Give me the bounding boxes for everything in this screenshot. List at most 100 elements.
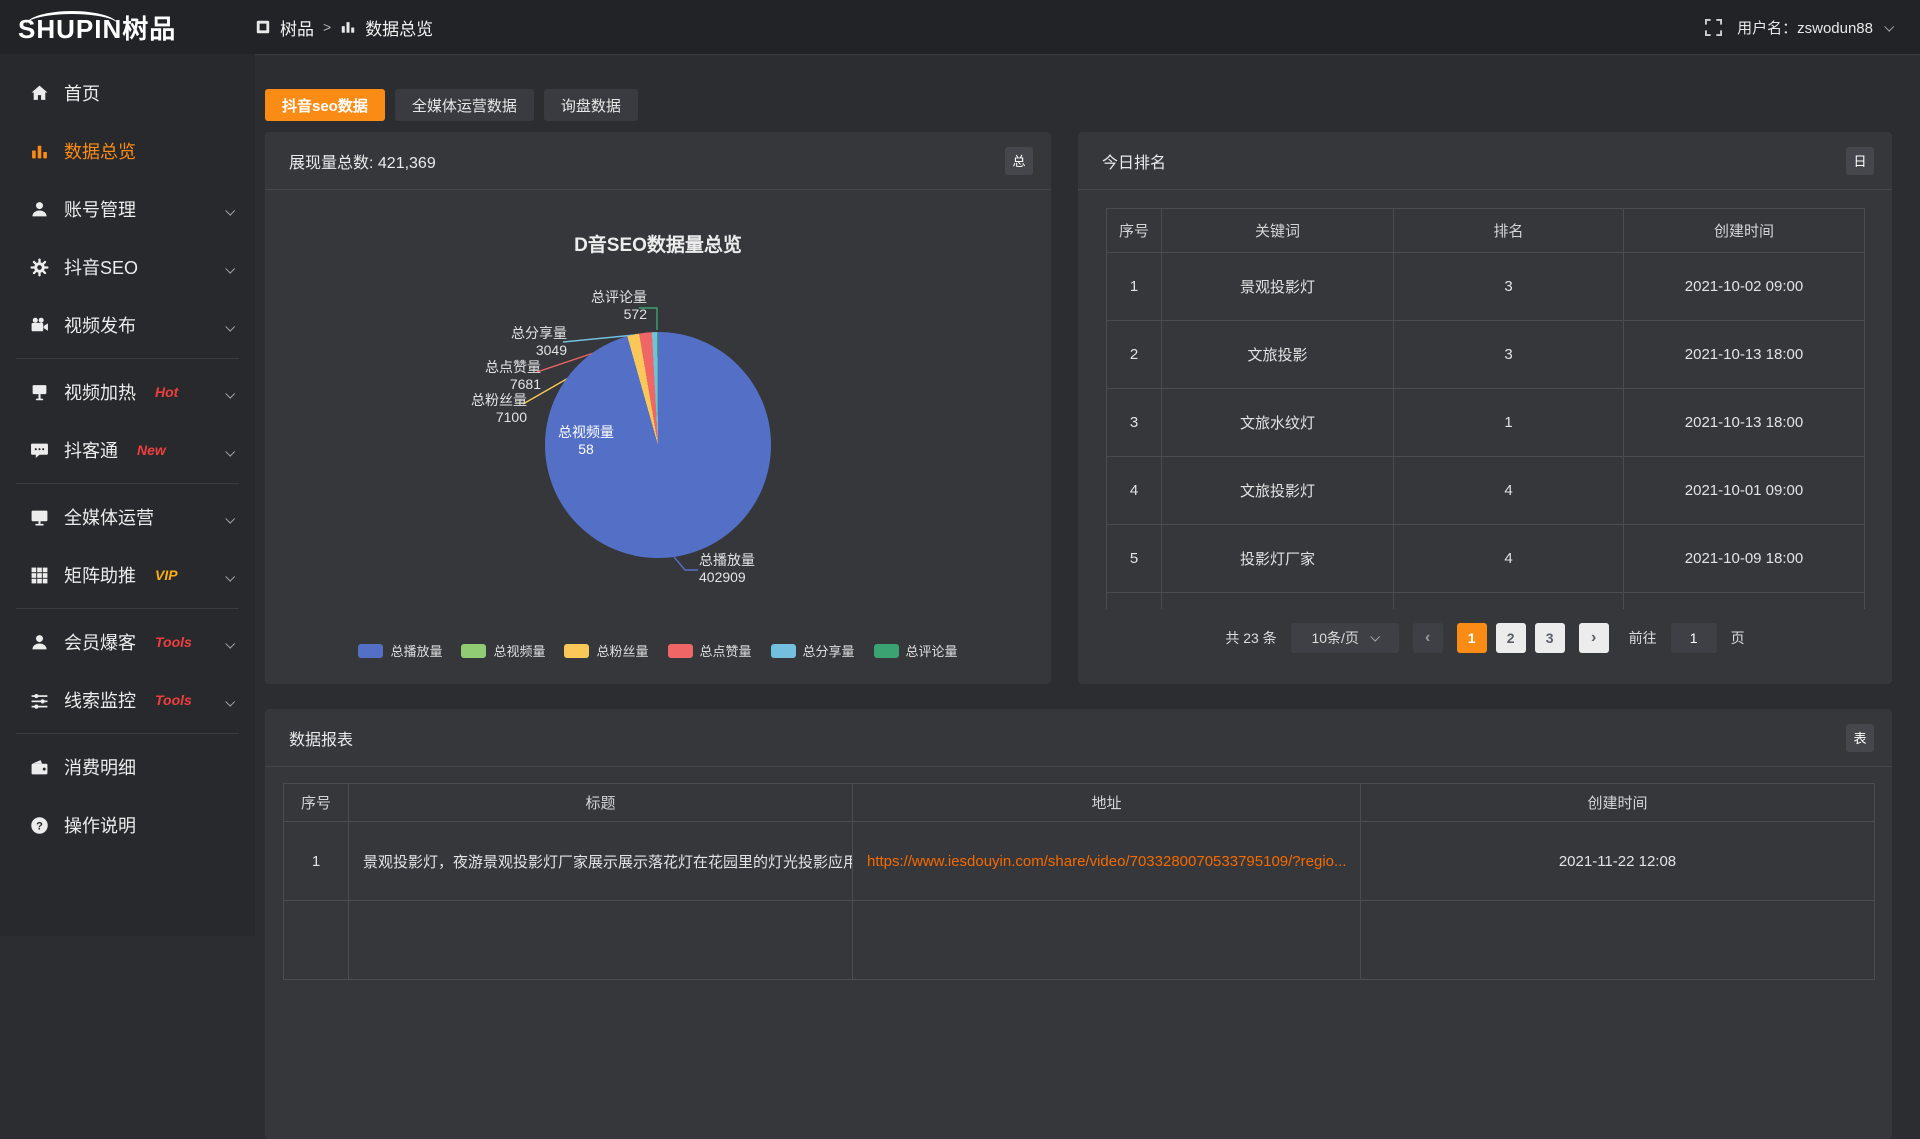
select-chevron-down-icon — [1370, 632, 1380, 642]
page-button-2[interactable]: 2 — [1496, 623, 1526, 653]
tab-button-2[interactable]: 询盘数据 — [544, 89, 638, 121]
legend-item[interactable]: 总分享量 — [771, 641, 855, 660]
breadcrumb-current: 数据总览 — [365, 15, 433, 40]
sidebar-item-home[interactable]: 首页 — [0, 64, 255, 122]
tab-button-1[interactable]: 全媒体运营数据 — [395, 89, 534, 121]
legend-item[interactable]: 总粉丝量 — [564, 641, 648, 660]
sidebar-item-label: 全媒体运营 — [64, 504, 154, 530]
gear-icon — [30, 258, 49, 277]
breadcrumb: 树品 > 数据总览 — [255, 15, 433, 40]
table-row: 1景观投影灯32021-10-02 09:00 — [1107, 253, 1865, 321]
video-link[interactable]: https://www.iesdouyin.com/share/video/70… — [867, 853, 1347, 870]
sidebar-item-grid[interactable]: 矩阵助推VIP — [0, 546, 255, 604]
table-cell — [1107, 593, 1162, 609]
monitor-icon — [30, 508, 49, 527]
sidebar-item-label: 账号管理 — [64, 196, 136, 222]
table-cell — [1394, 593, 1624, 609]
ranking-table: 序号关键词排名创建时间 1景观投影灯32021-10-02 09:002文旅投影… — [1106, 208, 1865, 609]
prev-page-button[interactable]: ‹ — [1413, 623, 1443, 653]
sidebar-item-label: 视频加热 — [64, 379, 136, 405]
sidebar-item-member[interactable]: 会员爆客Tools — [0, 613, 255, 671]
table-row: 2文旅投影32021-10-13 18:00 — [1107, 321, 1865, 389]
table-cell: 2 — [1107, 321, 1162, 389]
report-column-header: 序号 — [284, 784, 349, 822]
table-cell: 5 — [1107, 525, 1162, 593]
sidebar-item-heat[interactable]: 视频加热Hot — [0, 363, 255, 421]
legend-label: 总点赞量 — [700, 641, 752, 660]
sidebar-item-badge: VIP — [155, 567, 178, 583]
sidebar-item-gear[interactable]: 抖音SEO — [0, 238, 255, 296]
sidebar-item-wallet[interactable]: 消费明细 — [0, 738, 255, 796]
sidebar-item-label: 抖音SEO — [64, 254, 138, 280]
day-badge-button[interactable]: 日 — [1846, 147, 1874, 175]
legend-item[interactable]: 总点赞量 — [668, 641, 752, 660]
table-row-partial — [1107, 593, 1865, 609]
chart-icon — [30, 142, 49, 161]
sidebar-item-video[interactable]: 视频发布 — [0, 296, 255, 354]
table-cell: 投影灯厂家 — [1162, 525, 1394, 593]
report-column-header: 创建时间 — [1361, 784, 1875, 822]
table-cell — [1162, 593, 1394, 609]
table-row: 5投影灯厂家42021-10-09 18:00 — [1107, 525, 1865, 593]
table-cell — [349, 901, 853, 980]
breadcrumb-root-icon — [255, 19, 271, 35]
table-cell — [1361, 901, 1875, 980]
next-arrow-icon: › — [1591, 630, 1596, 646]
report-column-header: 地址 — [853, 784, 1361, 822]
next-page-button[interactable]: › — [1579, 623, 1609, 653]
sidebar-item-label: 视频发布 — [64, 312, 136, 338]
report-title-cell: 景观投影灯，夜游景观投影灯厂家展示展示落花灯在花园里的灯光投影应用效果 # — [349, 822, 853, 901]
username-label[interactable]: 用户名：zswodun88 — [1737, 17, 1873, 38]
tab-button-0[interactable]: 抖音seo数据 — [265, 89, 385, 121]
overview-panel: D音SEO数据量总览 总播放量402909总视频量58总粉丝量7100总点赞量7… — [265, 132, 1051, 684]
table-cell: 文旅投影灯 — [1162, 457, 1394, 525]
legend-swatch — [771, 644, 796, 658]
legend-item[interactable]: 总视频量 — [461, 641, 545, 660]
sidebar-item-chart[interactable]: 数据总览 — [0, 122, 255, 180]
sidebar-item-monitor[interactable]: 全媒体运营 — [0, 488, 255, 546]
page-number-buttons: 123 — [1457, 623, 1565, 653]
goto-page-input[interactable] — [1671, 623, 1717, 653]
total-badge-button[interactable]: 总 — [1005, 147, 1033, 175]
pie-data-label: 总评论量572 — [561, 289, 647, 323]
report-table: 序号标题地址创建时间 1景观投影灯，夜游景观投影灯厂家展示展示落花灯在花园里的灯… — [283, 783, 1875, 980]
breadcrumb-root[interactable]: 树品 — [280, 15, 314, 40]
breadcrumb-separator: > — [323, 19, 331, 35]
table-row: 3文旅水纹灯12021-10-13 18:00 — [1107, 389, 1865, 457]
report-panel-header: 数据报表 表 — [265, 709, 1892, 767]
video-icon — [30, 316, 49, 335]
ranking-column-header: 序号 — [1107, 209, 1162, 253]
table-cell: 3 — [1107, 389, 1162, 457]
chevron-down-icon — [226, 440, 233, 461]
legend-swatch — [668, 644, 693, 658]
legend-item[interactable]: 总评论量 — [874, 641, 958, 660]
user-icon — [30, 200, 49, 219]
report-panel: 数据报表 表 序号标题地址创建时间 1景观投影灯，夜游景观投影灯厂家展示展示落花… — [265, 709, 1892, 1139]
page-button-1[interactable]: 1 — [1457, 623, 1487, 653]
sidebar-item-badge: Tools — [155, 634, 192, 650]
user-dropdown-chevron-icon[interactable] — [1884, 21, 1894, 31]
sidebar-item-badge: Tools — [155, 692, 192, 708]
table-badge-button[interactable]: 表 — [1846, 724, 1874, 752]
sidebar-item-chat[interactable]: 抖客通New — [0, 421, 255, 479]
page-button-3[interactable]: 3 — [1535, 623, 1565, 653]
sidebar-item-label: 线索监控 — [64, 687, 136, 713]
chart-legend: 总播放量总视频量总粉丝量 总点赞量总分享量总评论量 — [265, 641, 1051, 660]
pie-data-label: 总粉丝量7100 — [441, 392, 527, 426]
sidebar-item-sliders[interactable]: 线索监控 Tools — [0, 671, 255, 729]
sidebar-item-label: 操作说明 — [64, 812, 136, 838]
home-icon — [30, 84, 49, 103]
table-row: 4文旅投影灯42021-10-01 09:00 — [1107, 457, 1865, 525]
sidebar-divider — [16, 608, 239, 609]
report-panel-title: 数据报表 — [289, 726, 353, 750]
fullscreen-icon[interactable] — [1705, 17, 1725, 37]
sidebar-item-user[interactable]: 账号管理 — [0, 180, 255, 238]
legend-item[interactable]: 总播放量 — [358, 641, 442, 660]
table-cell: 2021-10-01 09:00 — [1624, 457, 1865, 525]
member-icon — [30, 633, 49, 652]
ranking-column-header: 关键词 — [1162, 209, 1394, 253]
page-size-select[interactable]: 10条/页 — [1291, 623, 1399, 653]
sidebar-item-label: 抖客通 — [64, 437, 118, 463]
table-cell: 景观投影灯 — [1162, 253, 1394, 321]
sidebar-item-question[interactable]: ?操作说明 — [0, 796, 255, 854]
